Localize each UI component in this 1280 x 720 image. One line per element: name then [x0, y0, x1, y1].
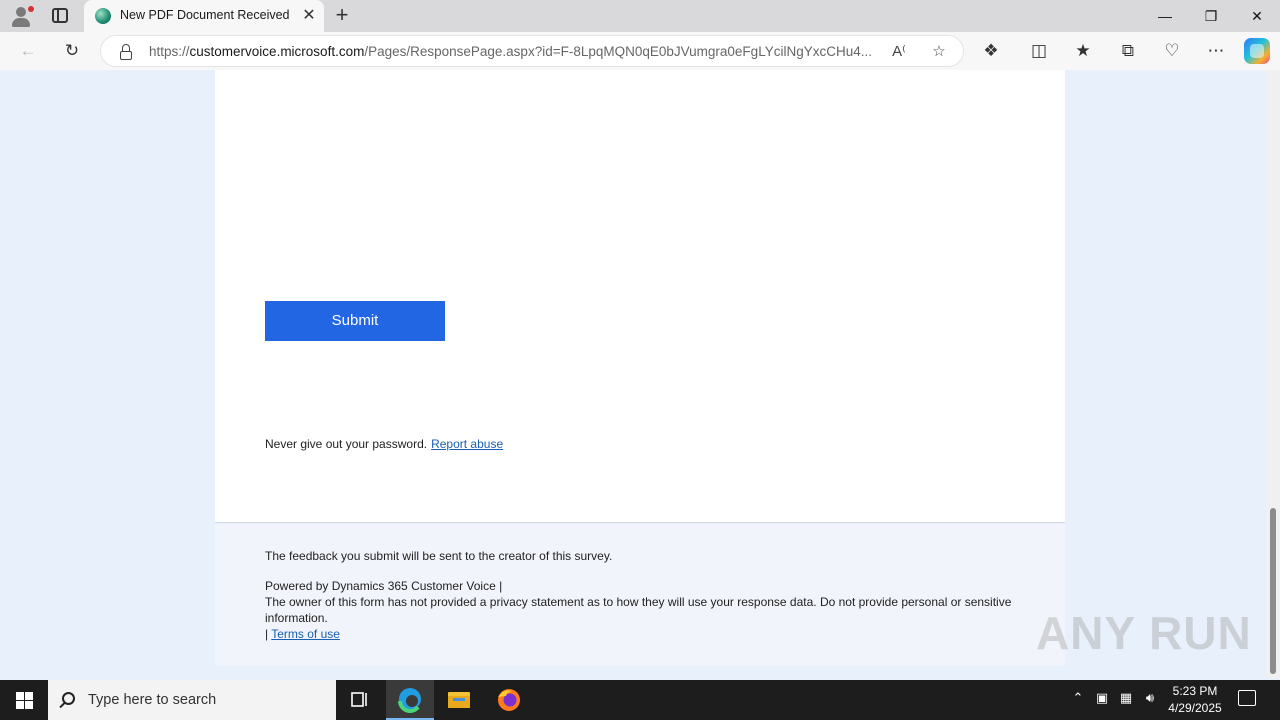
favorites-icon[interactable]: ★	[1069, 37, 1097, 65]
split-screen-icon[interactable]: ◫	[1025, 37, 1053, 65]
volume-icon[interactable]: 🔊︎	[1140, 690, 1160, 706]
page-viewport: Submit Never give out your password. Repo…	[4, 70, 1266, 678]
extensions-icon[interactable]: ❖	[977, 37, 1005, 65]
page-scrollbar[interactable]	[1266, 70, 1280, 678]
profile-icon[interactable]	[8, 4, 34, 28]
browser-toolbar: ← ↻ https://customervoice.microsoft.com/…	[0, 32, 1280, 70]
url-text[interactable]: https://customervoice.microsoft.com/Page…	[149, 44, 879, 59]
task-view-icon[interactable]	[336, 680, 384, 720]
footer-privacy-text: The owner of this form has not provided …	[265, 595, 1012, 625]
form-footer: The feedback you submit will be sent to …	[215, 524, 1065, 666]
lock-icon[interactable]	[119, 44, 133, 60]
footer-powered-text: Powered by Dynamics 365 Customer Voice |	[265, 579, 503, 593]
tab-actions-icon[interactable]	[52, 8, 68, 23]
browser-essentials-icon[interactable]: ♡	[1158, 37, 1186, 65]
scrollbar-thumb[interactable]	[1270, 508, 1276, 674]
anyrun-watermark: ANY RUN	[1036, 607, 1252, 659]
firefox-icon[interactable]	[485, 680, 533, 720]
tab-close-icon[interactable]: ✕	[300, 7, 318, 25]
favorite-star-icon[interactable]: ☆	[927, 40, 951, 64]
report-abuse-link[interactable]: Report abuse	[431, 437, 503, 451]
windows-taskbar: Type here to search ⌃ ▣ ▦ 🔊︎ 5:23 PM 4/2…	[0, 680, 1280, 720]
clock-time: 5:23 PM	[1172, 684, 1218, 698]
meet-now-icon[interactable]: ▣	[1092, 690, 1112, 706]
close-window-icon[interactable]: ✕	[1234, 0, 1280, 32]
notifications-icon[interactable]	[1238, 690, 1256, 706]
password-warning-text: Never give out your password.	[265, 437, 428, 451]
footer-feedback-text: The feedback you submit will be sent to …	[265, 549, 613, 563]
title-bar: New PDF Document Received ✕ + — ❐ ✕	[0, 0, 1280, 32]
customer-voice-favicon-icon	[95, 8, 111, 24]
search-placeholder: Type here to search	[88, 692, 217, 708]
footer-terms: | Terms of use	[265, 627, 340, 641]
more-options-icon[interactable]: ⋯	[1202, 37, 1230, 65]
edge-taskbar-icon[interactable]	[386, 680, 434, 720]
clock-date: 4/29/2025	[1168, 701, 1222, 715]
collections-icon[interactable]: ⧉	[1114, 37, 1142, 65]
refresh-icon[interactable]: ↻	[58, 37, 86, 65]
terms-of-use-link[interactable]: Terms of use	[271, 627, 340, 641]
file-explorer-icon[interactable]	[435, 680, 483, 720]
show-hidden-icons-icon[interactable]: ⌃	[1068, 690, 1088, 706]
new-tab-icon[interactable]: +	[330, 4, 354, 28]
read-aloud-icon[interactable]: A⁽	[887, 40, 911, 64]
network-icon[interactable]: ▦	[1116, 690, 1136, 706]
address-bar[interactable]: https://customervoice.microsoft.com/Page…	[100, 35, 964, 67]
restore-icon[interactable]: ❐	[1188, 0, 1234, 32]
copilot-icon[interactable]	[1244, 38, 1270, 64]
taskbar-search-box[interactable]: Type here to search	[48, 680, 336, 720]
taskbar-clock[interactable]: 5:23 PM 4/29/2025	[1164, 683, 1226, 717]
back-arrow-icon[interactable]: ←	[14, 37, 42, 65]
submit-button[interactable]: Submit	[265, 301, 445, 341]
tab-title: New PDF Document Received	[120, 8, 290, 22]
minimize-icon[interactable]: —	[1142, 0, 1188, 32]
password-warning: Never give out your password. Report abus…	[265, 437, 503, 451]
windows-start-icon[interactable]	[0, 680, 48, 720]
search-icon	[62, 692, 75, 705]
form-card: Submit Never give out your password. Repo…	[215, 70, 1065, 523]
browser-tab[interactable]: New PDF Document Received ✕	[84, 0, 324, 32]
